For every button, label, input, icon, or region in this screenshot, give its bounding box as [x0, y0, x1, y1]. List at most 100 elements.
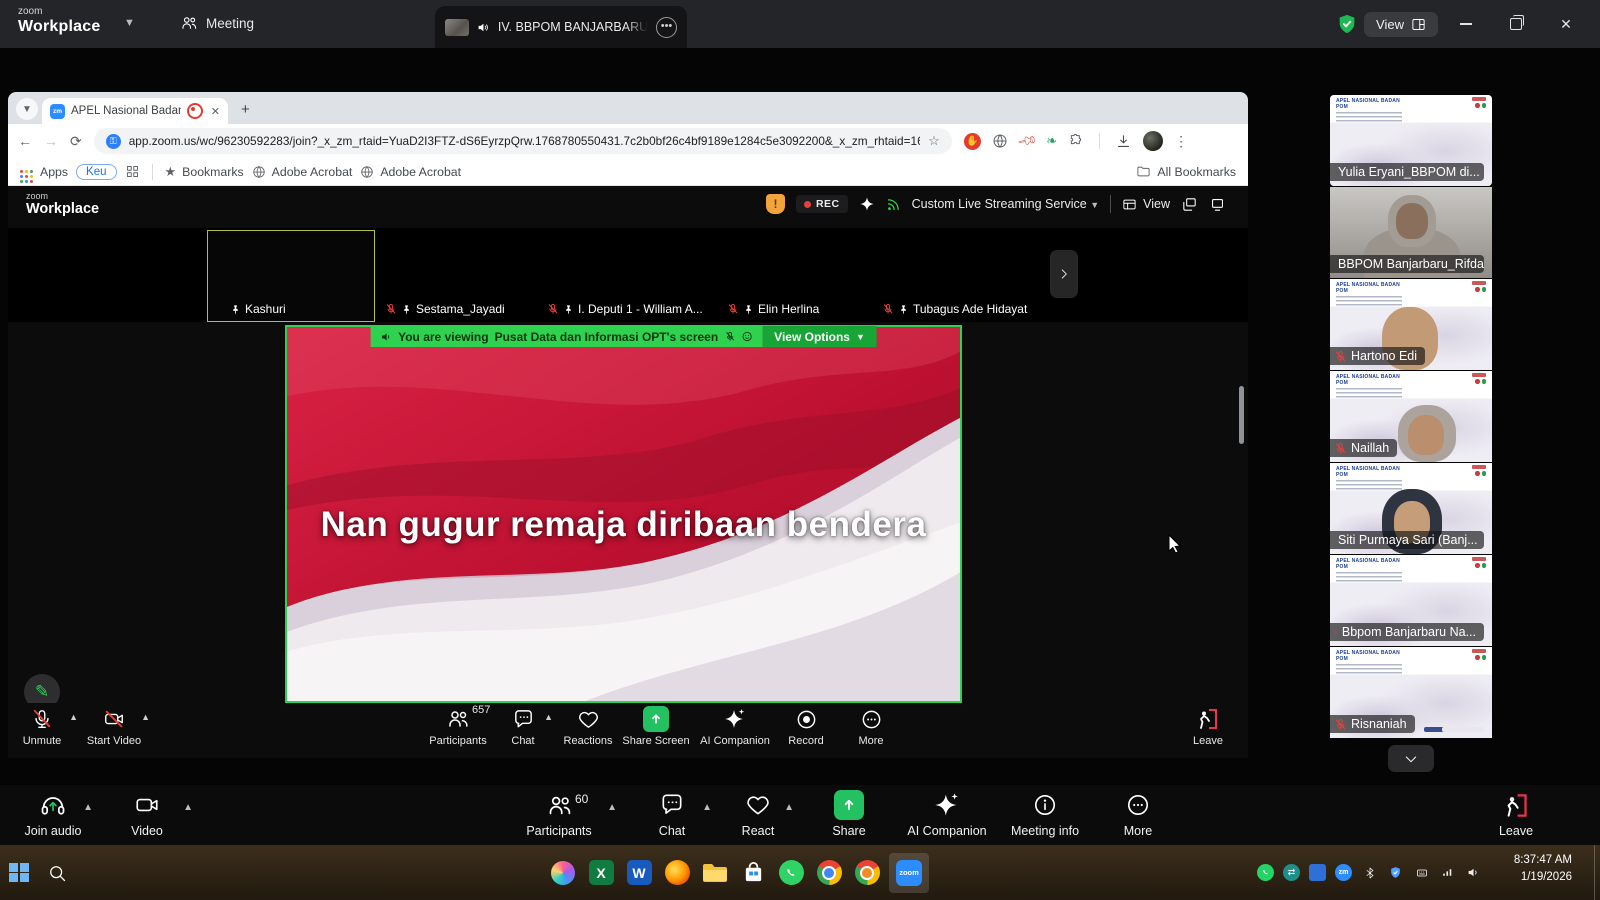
tray-zoom-icon[interactable]: zm	[1335, 864, 1352, 881]
popout-window-icon[interactable]	[1209, 196, 1226, 213]
green-extension-icon[interactable]: ❧	[1046, 133, 1057, 149]
grid-small-icon[interactable]	[125, 164, 140, 179]
tray-whatsapp-icon[interactable]	[1257, 864, 1274, 881]
bookmark-folder-bookmarks[interactable]: ★Bookmarks	[165, 164, 244, 180]
participant-tile[interactable]: BBPOM Banjarbaru_Rifda ...	[1330, 187, 1492, 278]
more-icon	[860, 708, 883, 731]
globe-extension-icon[interactable]	[992, 133, 1008, 149]
view-button[interactable]: View	[1364, 12, 1438, 37]
participant-name: Yulia Eryani_BBPOM di...	[1330, 163, 1484, 181]
profile-avatar[interactable]	[1143, 131, 1163, 151]
video-options-chevron[interactable]: ▲	[141, 712, 150, 722]
participant-tile[interactable]: APEL NASIONAL BADAN POM Naillah	[1330, 371, 1492, 462]
address-bar[interactable]: ⚿ app.zoom.us/wc/96230592283/join?_x_zm_…	[94, 128, 952, 154]
participant-tile[interactable]: APEL NASIONAL BADAN POM Bbpom Banjarbaru…	[1330, 555, 1492, 646]
participant-tile[interactable]: APEL NASIONAL BADAN POM Risnaniah	[1330, 647, 1492, 738]
tray-volume-icon[interactable]	[1465, 864, 1482, 881]
chat-icon	[659, 792, 685, 818]
taskbar-copilot[interactable]	[544, 853, 582, 893]
browser-tab[interactable]: zm APEL Nasional Badan Peng ✕	[42, 98, 228, 124]
bookmark-acrobat-2[interactable]: Adobe Acrobat	[360, 165, 461, 179]
tray-network-icon[interactable]	[1439, 864, 1456, 881]
popout-windows-icon[interactable]	[1181, 196, 1198, 213]
video-options-chevron[interactable]: ▲	[183, 802, 193, 813]
filmstrip-name: Kashuri	[230, 302, 286, 316]
bookmark-keu[interactable]: Keu	[76, 164, 116, 180]
folder-icon	[702, 862, 728, 884]
tray-security-icon[interactable]	[1387, 864, 1404, 881]
copilot-icon	[551, 861, 575, 885]
participant-tile[interactable]: APEL NASIONAL BADAN POM Siti Purmaya Sar…	[1330, 463, 1492, 554]
participant-tile[interactable]: APEL NASIONAL BADAN POM Yulia Eryani_BBP…	[1330, 95, 1492, 186]
system-tray: ⇄ zm	[1257, 845, 1482, 900]
people-icon	[180, 14, 198, 32]
new-tab-button[interactable]: +	[241, 101, 250, 118]
view-options-button[interactable]: View Options ▼	[762, 326, 877, 347]
minimize-button[interactable]	[1444, 0, 1488, 48]
back-icon[interactable]: ←	[18, 133, 32, 149]
video-button[interactable]: ▲ Video	[87, 790, 207, 838]
taskbar-firefox[interactable]	[658, 853, 696, 893]
mouse-cursor	[1168, 534, 1184, 554]
participant-tile[interactable]: APEL NASIONAL BADAN POM Hartono Edi	[1330, 279, 1492, 370]
taskbar-excel[interactable]: X	[582, 853, 620, 893]
bookmark-acrobat-1[interactable]: Adobe Acrobat	[252, 165, 353, 179]
browser-menu-icon[interactable]: ⋮	[1174, 133, 1188, 150]
pin-extension-icon[interactable]: 📌︎	[1016, 130, 1039, 153]
taskbar-clock[interactable]: 8:37:47 AM 1/19/2026	[1514, 852, 1572, 887]
taskbar-chrome-profile[interactable]	[848, 853, 886, 893]
search-button[interactable]	[38, 853, 76, 893]
ai-sparkle-icon	[859, 196, 875, 212]
participants-icon	[546, 792, 573, 819]
meeting-thumbnail	[445, 19, 469, 36]
client-view-button[interactable]: View	[1122, 197, 1170, 212]
headphones-icon	[39, 791, 67, 819]
workspace-chevron-icon[interactable]: ▼	[124, 17, 135, 29]
start-video-button[interactable]: ▲ Start Video	[66, 706, 162, 747]
downloads-icon[interactable]	[1115, 133, 1132, 150]
more-button[interactable]: More	[823, 706, 919, 747]
close-button[interactable]: ✕	[1544, 0, 1588, 48]
sidebar-scroll-down-button[interactable]	[1388, 745, 1434, 772]
extensions-puzzle-icon[interactable]	[1068, 133, 1084, 149]
tray-app-icon[interactable]	[1309, 864, 1326, 881]
site-permission-icon[interactable]: ⚿	[106, 134, 121, 149]
tab-search-chevron-icon[interactable]: ▼	[16, 98, 38, 120]
start-button[interactable]	[0, 853, 38, 893]
taskbar-explorer[interactable]	[696, 853, 734, 893]
tab-close-icon[interactable]: ✕	[211, 105, 220, 118]
taskbar-whatsapp[interactable]	[772, 853, 810, 893]
tab-options-icon[interactable]: •••	[656, 17, 677, 38]
leave-button[interactable]: Leave	[1160, 706, 1248, 747]
all-bookmarks-button[interactable]: All Bookmarks	[1136, 164, 1236, 179]
more-button[interactable]: More	[1078, 790, 1198, 838]
tab-active-meeting[interactable]: IV. BBPOM BANJARBARU's sc •••	[435, 6, 687, 48]
participants-button[interactable]: 60 ▲ Participants	[499, 790, 619, 838]
reload-icon[interactable]: ⟳	[70, 133, 82, 150]
taskbar-zoom-active[interactable]: zoom	[886, 853, 932, 893]
leave-icon	[1503, 792, 1530, 819]
windows-logo-icon	[9, 863, 29, 883]
windows-taskbar: X W zoom ⇄ zm 8:37:47 AM 1/19/2026	[0, 845, 1600, 900]
adblock-extension-icon[interactable]: ✋	[964, 133, 981, 150]
security-warning-icon[interactable]: !	[766, 194, 785, 214]
filmstrip-next-button[interactable]	[1050, 250, 1078, 298]
participant-name: Siti Purmaya Sari (Banj...	[1330, 531, 1484, 549]
page-scrollbar[interactable]	[1239, 386, 1244, 444]
forward-icon[interactable]: →	[44, 133, 58, 149]
ai-sparkle-icon	[723, 707, 747, 731]
bookmark-star-icon[interactable]: ☆	[928, 133, 940, 149]
streaming-service-menu[interactable]: Custom Live Streaming Service ▼	[912, 197, 1099, 211]
restore-button[interactable]	[1494, 0, 1538, 48]
taskbar-word[interactable]: W	[620, 853, 658, 893]
tray-keyboard-icon[interactable]	[1413, 864, 1430, 881]
taskbar-chrome[interactable]	[810, 853, 848, 893]
tray-bluetooth-icon[interactable]	[1361, 864, 1378, 881]
leave-button[interactable]: Leave	[1456, 790, 1576, 838]
show-desktop-button[interactable]	[1594, 845, 1600, 900]
tray-sync-icon[interactable]: ⇄	[1283, 864, 1300, 881]
taskbar-store[interactable]	[734, 853, 772, 893]
apps-grid-icon[interactable]	[20, 170, 23, 173]
tab-meeting[interactable]: Meeting	[172, 10, 262, 36]
bookmark-apps[interactable]: Apps	[40, 165, 68, 179]
